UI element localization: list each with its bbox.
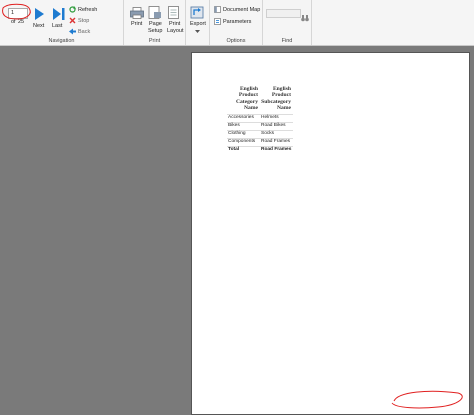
stop-icon	[69, 17, 76, 24]
parameters-button[interactable]: Parameters	[214, 18, 262, 26]
find-button[interactable]	[301, 9, 309, 27]
binoculars-icon	[301, 15, 309, 22]
printer-icon	[130, 7, 144, 19]
total-value: Road Frames	[261, 147, 292, 152]
report-page: English Product Category Name English Produc…	[191, 52, 470, 415]
back-button[interactable]: Back	[69, 28, 109, 36]
page-setup-icon	[148, 6, 161, 19]
export-label: Export	[190, 21, 206, 27]
row-category: Components	[228, 139, 256, 144]
print-label: Print	[131, 21, 143, 27]
options-group-label: Options	[226, 38, 246, 44]
export-button[interactable]: Export	[190, 6, 206, 36]
print-group-label: Print	[148, 38, 161, 44]
find-group: Find	[263, 0, 312, 45]
print-layout-label-2: Layout	[167, 28, 184, 34]
parameters-icon	[214, 18, 221, 25]
document-map-icon	[214, 6, 221, 13]
find-input[interactable]	[266, 9, 301, 18]
report-viewer-ribbon: 1 of 25 Next Last Refresh Stop Back Navi…	[0, 0, 474, 46]
export-icon	[190, 6, 204, 19]
red-annotation-circle	[2, 3, 31, 20]
find-group-label: Find	[281, 38, 293, 44]
print-group: Print Page Setup Print Layout Print	[124, 0, 186, 45]
back-icon	[69, 28, 76, 35]
row-category: Accessories	[228, 115, 254, 120]
stop-button[interactable]: Stop	[69, 17, 109, 25]
navigation-group-label: Navigation	[48, 38, 75, 44]
refresh-label: Refresh	[78, 7, 98, 13]
stop-label: Stop	[78, 18, 90, 24]
back-label: Back	[78, 29, 91, 35]
last-page-icon	[53, 8, 65, 20]
row-subcategory: Helmets	[261, 115, 279, 120]
print-layout-button[interactable]: Print Layout	[167, 6, 184, 36]
row-subcategory: Road Frames	[261, 139, 291, 144]
print-layout-label-1: Print	[169, 21, 181, 27]
next-label: Next	[33, 23, 45, 29]
row-category: Bikes	[228, 123, 240, 128]
document-map-label: Document Map	[223, 7, 261, 13]
page-setup-label-2: Setup	[148, 28, 163, 34]
next-arrow-icon	[35, 8, 44, 20]
last-label: Last	[52, 23, 63, 29]
parameters-label: Parameters	[223, 19, 252, 25]
refresh-button[interactable]: Refresh	[69, 6, 109, 14]
row-category: Clothing	[228, 131, 246, 136]
row-subcategory: Road Bikes	[261, 123, 286, 128]
total-label: Total	[228, 147, 240, 152]
column-header-subcategory: English Product Subcategory Name	[261, 86, 291, 112]
row-subcategory: Socks	[261, 131, 275, 136]
red-annotation-scribble	[391, 390, 463, 409]
refresh-icon	[69, 6, 76, 13]
print-layout-icon	[168, 6, 179, 19]
export-group: Export	[186, 0, 210, 45]
chevron-down-icon	[195, 30, 200, 33]
print-button[interactable]: Print	[130, 6, 144, 34]
page-setup-button[interactable]: Page Setup	[148, 6, 164, 36]
column-header-category: English Product Category Name	[235, 86, 258, 112]
options-group: Document Map Parameters Options	[210, 0, 263, 45]
page-setup-label-1: Page	[149, 21, 162, 27]
document-map-button[interactable]: Document Map	[214, 6, 262, 14]
